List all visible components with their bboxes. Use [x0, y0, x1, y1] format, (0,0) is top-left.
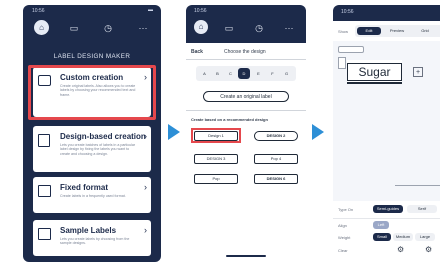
- screen-heading: LABEL DESIGN MAKER: [53, 53, 131, 60]
- align-option-selected[interactable]: Left: [373, 221, 389, 229]
- size-selector: A B C D E F G: [196, 66, 296, 81]
- fixed-format-card[interactable]: Fixed format Create labels in a frequent…: [33, 177, 151, 213]
- size-option[interactable]: C: [225, 70, 236, 77]
- card-title: Design-based creation: [60, 132, 146, 141]
- clear-label[interactable]: Clear: [338, 248, 348, 253]
- design-option[interactable]: DESIGN 6: [254, 174, 298, 184]
- type-on-option-selected[interactable]: Semi-guides: [373, 205, 403, 213]
- show-tab-edit[interactable]: Edit: [357, 27, 381, 35]
- page-title: Choose the design: [224, 49, 266, 55]
- weight-option-selected[interactable]: Small: [373, 233, 391, 241]
- flow-arrow-icon: [312, 124, 324, 140]
- type-on-option[interactable]: Serif: [407, 205, 437, 213]
- back-button[interactable]: Back: [191, 49, 203, 55]
- status-time: 10:56: [32, 8, 45, 14]
- design-grid-icon: [38, 134, 50, 147]
- home-icon: ⌂: [39, 23, 44, 32]
- design-option[interactable]: DESIGN 3: [194, 154, 238, 164]
- card-description: Lets you create batches of labels in a p…: [60, 143, 136, 156]
- divider: [333, 218, 440, 219]
- divider: [186, 110, 306, 111]
- card-title: Fixed format: [60, 183, 109, 192]
- screen-choose-design: 10:56 ⌂ ▭ ◷ ··· Back Choose the design A…: [186, 5, 306, 262]
- type-on-label: Type On: [338, 207, 354, 212]
- weight-label: Weight: [338, 235, 351, 240]
- card-description: Lets you create labels by choosing from …: [60, 237, 130, 246]
- show-tab-preview[interactable]: Preview: [385, 27, 409, 35]
- chevron-right-icon: ›: [144, 131, 147, 141]
- folder-icon[interactable]: ▭: [67, 21, 81, 35]
- chevron-right-icon: ›: [144, 225, 147, 235]
- flow-arrow-icon: [168, 124, 180, 140]
- battery-icon: ▬: [148, 7, 153, 13]
- show-label: Show: [338, 29, 349, 34]
- ruler-marker: [338, 57, 346, 69]
- weight-option[interactable]: Medium: [393, 233, 413, 241]
- size-option[interactable]: A: [199, 70, 210, 77]
- clock-icon[interactable]: ◷: [252, 21, 266, 35]
- home-indicator: [226, 255, 266, 257]
- align-label: Align: [338, 223, 347, 228]
- chevron-right-icon: ›: [144, 182, 147, 192]
- size-option[interactable]: E: [253, 70, 264, 77]
- sample-labels-icon: [38, 228, 51, 240]
- size-option[interactable]: F: [267, 70, 278, 77]
- canvas-slider-track[interactable]: [395, 185, 440, 186]
- sample-labels-card[interactable]: Sample Labels Lets you create labels by …: [33, 220, 151, 256]
- card-description: Create labels in a frequently used forma…: [60, 194, 126, 198]
- size-option-selected[interactable]: D: [238, 68, 250, 79]
- screen-main-menu: 10:56 ▬ ⌂ ▭ ◷ ··· LABEL DESIGN MAKER Cus…: [23, 5, 161, 262]
- show-tab-grid[interactable]: Grid: [413, 27, 437, 35]
- size-option[interactable]: G: [281, 70, 292, 77]
- size-option[interactable]: B: [212, 70, 223, 77]
- section-heading: Create based on a recommended design: [191, 117, 268, 122]
- home-nav-button[interactable]: ⌂: [194, 20, 208, 34]
- more-icon[interactable]: ···: [282, 21, 296, 35]
- selection-highlight: [191, 128, 241, 143]
- status-time: 10:56: [194, 8, 207, 14]
- design-option[interactable]: DESIGN 2: [254, 131, 298, 141]
- home-nav-button[interactable]: ⌂: [34, 20, 49, 35]
- home-icon: ⌂: [198, 22, 204, 31]
- settings-icon[interactable]: ⚙: [425, 245, 432, 254]
- fixed-format-icon: [38, 185, 51, 197]
- weight-option[interactable]: Large: [415, 233, 435, 241]
- design-based-creation-card[interactable]: Design-based creation Lets you create ba…: [33, 126, 151, 172]
- design-option[interactable]: Pop 4: [254, 154, 298, 164]
- screen-label-editor: 10:56 Show Edit Preview Grid Sugar + Typ…: [333, 5, 440, 262]
- card-title: Sample Labels: [60, 226, 117, 235]
- label-text-box[interactable]: Sugar: [347, 63, 402, 81]
- selection-highlight: [28, 65, 156, 120]
- create-original-label-button[interactable]: Create an original label: [203, 91, 289, 102]
- folder-icon[interactable]: ▭: [222, 21, 236, 35]
- show-segmented-control: Edit Preview Grid: [355, 25, 440, 37]
- divider: [186, 59, 306, 60]
- settings-icon[interactable]: ⚙: [397, 245, 404, 254]
- design-option[interactable]: Pop: [194, 174, 238, 184]
- add-object-button[interactable]: +: [413, 67, 423, 77]
- canvas-toolbar-chip[interactable]: [338, 46, 364, 53]
- clock-icon[interactable]: ◷: [101, 21, 115, 35]
- status-time: 10:56: [341, 9, 354, 15]
- label-text: Sugar: [358, 65, 391, 79]
- more-icon[interactable]: ···: [136, 21, 150, 35]
